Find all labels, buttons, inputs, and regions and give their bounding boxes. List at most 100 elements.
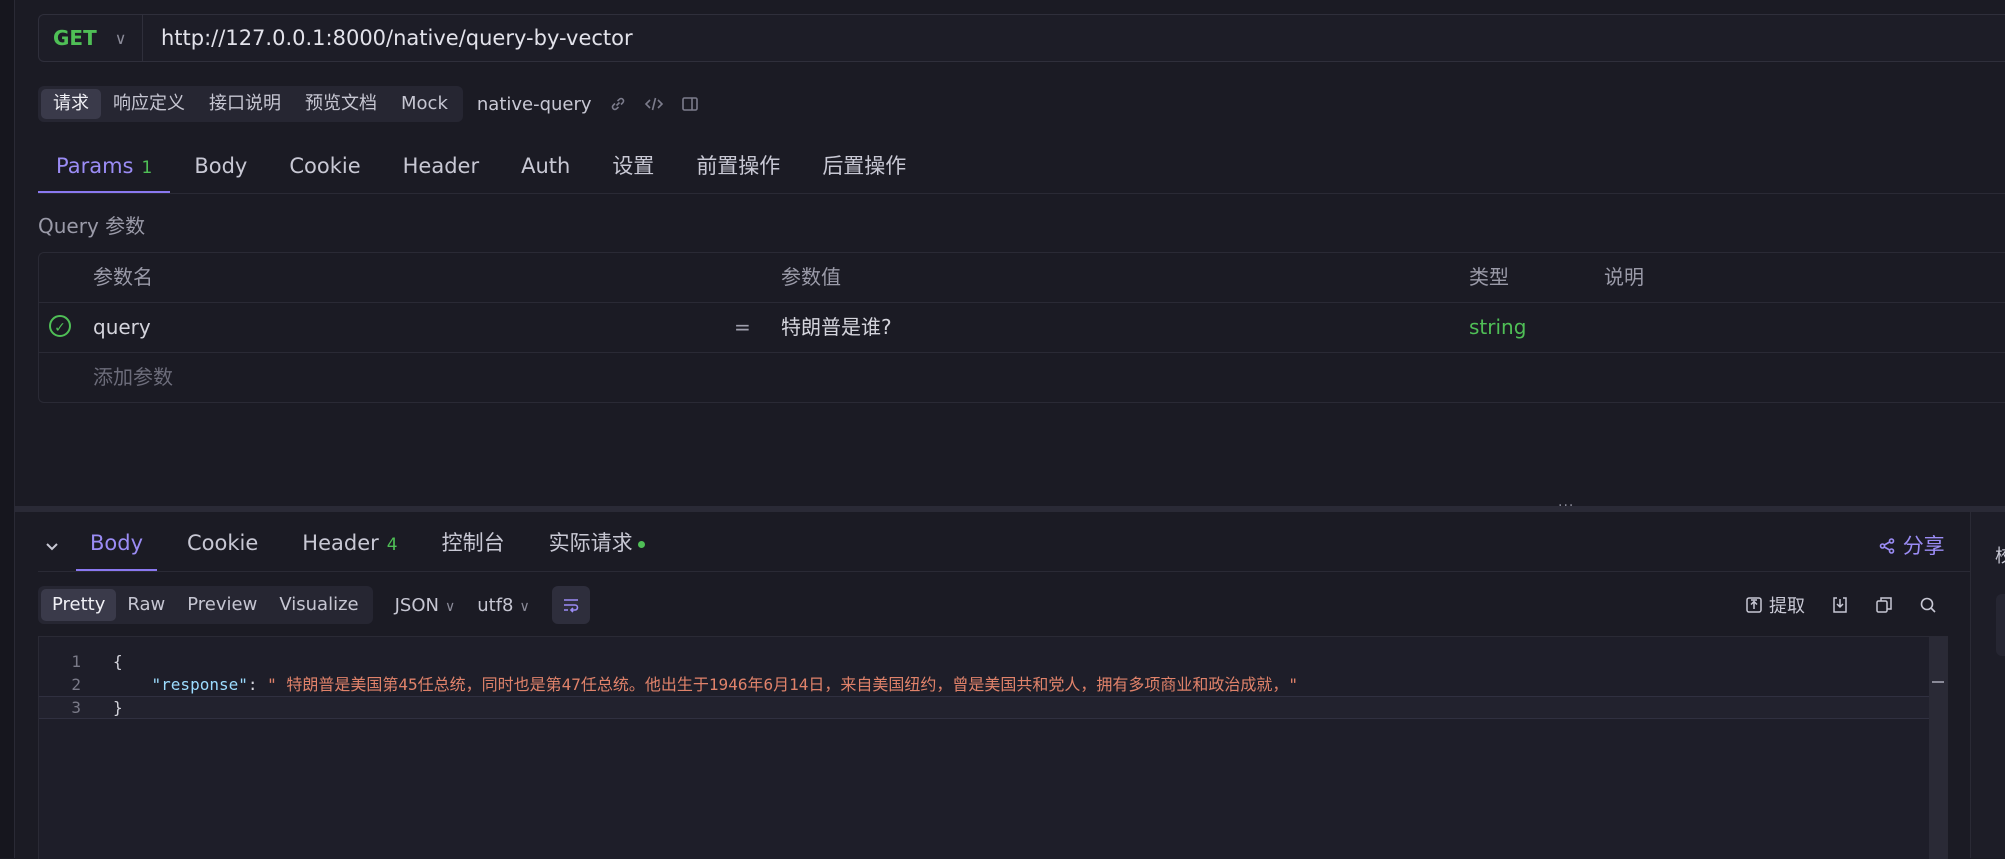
header-param-value: 参数值 <box>781 265 841 289</box>
tab-params[interactable]: Params 1 <box>38 144 171 194</box>
tab-settings[interactable]: 设置 <box>594 144 672 194</box>
right-side-panel: 校 <box>1970 512 2005 858</box>
param-value-cell[interactable]: 特朗普是谁? <box>781 303 892 352</box>
header-count-badge: 4 <box>386 535 398 555</box>
tab-auth[interactable]: Auth <box>503 144 588 194</box>
equals-sign: = <box>734 315 751 339</box>
status-dot <box>637 540 645 548</box>
seg-response-definition[interactable]: 响应定义 <box>101 89 197 119</box>
view-visualize[interactable]: Visualize <box>268 589 369 621</box>
request-tabs: Params 1 Body Cookie Header Auth 设置 前置操作 … <box>38 144 930 194</box>
header-param-desc: 说明 <box>1604 265 1644 289</box>
view-raw[interactable]: Raw <box>116 589 176 621</box>
table-row: ✓ query = 特朗普是谁? string <box>39 303 2005 353</box>
code-text: "response": " 特朗普是美国第45任总统，同时也是第47任总统。他出… <box>113 673 1298 696</box>
format-label: JSON <box>394 594 439 616</box>
code-icon[interactable] <box>644 95 664 113</box>
tab-pre-actions[interactable]: 前置操作 <box>678 144 798 194</box>
seg-api-description[interactable]: 接口说明 <box>197 89 293 119</box>
encoding-select[interactable]: utf8 ∨ <box>477 595 530 616</box>
editor-scrollbar[interactable] <box>1929 637 1947 859</box>
enabled-check-icon[interactable]: ✓ <box>49 315 71 337</box>
tab-header[interactable]: Header <box>385 144 497 194</box>
panel-toggle-icon[interactable] <box>680 95 700 113</box>
share-icon <box>1879 538 1895 554</box>
right-panel-box[interactable] <box>1996 594 2005 656</box>
response-tabs: Body Cookie Header 4 控制台 实际请求 <box>38 518 675 572</box>
extract-label: 提取 <box>1769 596 1805 617</box>
tab-console[interactable]: 控制台 <box>428 518 519 572</box>
add-param-placeholder[interactable]: 添加参数 <box>93 353 173 402</box>
encoding-label: utf8 <box>477 594 514 616</box>
line-number: 1 <box>71 652 81 671</box>
view-preview[interactable]: Preview <box>176 589 268 621</box>
tab-post-actions[interactable]: 后置操作 <box>804 144 924 194</box>
line-number: 2 <box>71 675 81 694</box>
tab-actual-request[interactable]: 实际请求 <box>535 518 659 572</box>
line-number: 3 <box>71 698 81 717</box>
extract-icon <box>1746 597 1762 613</box>
collapse-chevron-icon[interactable] <box>38 522 66 572</box>
chevron-down-icon: ∨ <box>519 598 530 615</box>
code-text: } <box>113 698 123 717</box>
tabs-divider <box>38 193 2005 194</box>
splitter-grip-icon[interactable]: ··· <box>1558 498 1574 514</box>
view-pretty[interactable]: Pretty <box>41 589 117 621</box>
header-param-type: 类型 <box>1469 265 1509 289</box>
chevron-down-icon: ∨ <box>444 598 456 615</box>
wrap-icon <box>563 599 579 613</box>
left-sidebar-strip <box>0 0 15 858</box>
panel-splitter[interactable] <box>14 506 2005 512</box>
download-icon <box>1833 597 1847 613</box>
tab-actual-request-label: 实际请求 <box>548 531 633 555</box>
seg-mock[interactable]: Mock <box>389 89 460 119</box>
params-count-badge: 1 <box>141 158 153 178</box>
tab-response-header-label: Header <box>302 531 379 555</box>
method-label: GET <box>53 26 97 50</box>
share-button[interactable]: 分享 <box>1878 530 1945 560</box>
response-code-editor[interactable]: 1 { 2 "response": " 特朗普是美国第45任总统，同时也是第47… <box>38 636 1948 859</box>
search-button[interactable] <box>1919 596 1937 614</box>
tab-cookie[interactable]: Cookie <box>271 144 378 194</box>
json-key: "response" <box>151 675 248 694</box>
link-icon[interactable] <box>608 95 628 113</box>
tab-response-body[interactable]: Body <box>76 518 158 572</box>
code-line: 1 { <box>39 650 1947 673</box>
add-param-row[interactable]: 添加参数 <box>39 353 2005 402</box>
format-select[interactable]: JSON ∨ <box>395 595 456 616</box>
param-type-cell[interactable]: string <box>1469 303 1526 352</box>
header-param-name: 参数名 <box>93 265 153 289</box>
api-name: native-query <box>476 93 592 115</box>
tab-params-label: Params <box>56 154 134 178</box>
search-icon <box>1920 597 1936 613</box>
table-header-row: 参数名 参数值 类型 说明 <box>39 253 2005 303</box>
word-wrap-button[interactable] <box>551 586 590 624</box>
scrollbar-thumb[interactable] <box>1932 681 1944 683</box>
extract-button[interactable]: 提取 <box>1745 592 1805 618</box>
tab-body[interactable]: Body <box>176 144 265 194</box>
seg-request[interactable]: 请求 <box>41 89 101 119</box>
tab-response-cookie[interactable]: Cookie <box>173 518 272 572</box>
download-button[interactable] <box>1831 596 1849 614</box>
url-bar: GET ∨ <box>38 14 2005 62</box>
response-tools: 提取 <box>1745 590 1937 620</box>
copy-icon <box>1876 597 1892 613</box>
param-name-cell[interactable]: query <box>93 303 151 352</box>
seg-preview-doc[interactable]: 预览文档 <box>293 89 389 119</box>
response-view-segment: Pretty Raw Preview Visualize <box>38 586 373 624</box>
method-select[interactable]: GET ∨ <box>39 15 143 61</box>
query-params-table: 参数名 参数值 类型 说明 ✓ query = 特朗普是谁? string 添加… <box>38 252 2005 403</box>
view-segment: 请求 响应定义 接口说明 预览文档 Mock <box>38 86 463 122</box>
url-input[interactable] <box>143 14 2005 62</box>
code-line: 2 "response": " 特朗普是美国第45任总统，同时也是第47任总统。… <box>39 673 1947 696</box>
tab-response-header[interactable]: Header 4 <box>288 518 411 572</box>
json-separator: : <box>247 675 268 694</box>
right-panel-fragment: 校 <box>1995 546 2005 567</box>
code-text: { <box>113 652 123 671</box>
copy-button[interactable] <box>1875 596 1893 614</box>
code-line-current: 3 } <box>39 696 1947 719</box>
json-string-value: " 特朗普是美国第45任总统，同时也是第47任总统。他出生于1946年6月14日… <box>267 675 1298 694</box>
response-tabs-divider <box>38 571 1970 572</box>
chevron-down-icon: ∨ <box>114 28 127 48</box>
sub-toolbar: 请求 响应定义 接口说明 预览文档 Mock native-query <box>38 86 700 122</box>
